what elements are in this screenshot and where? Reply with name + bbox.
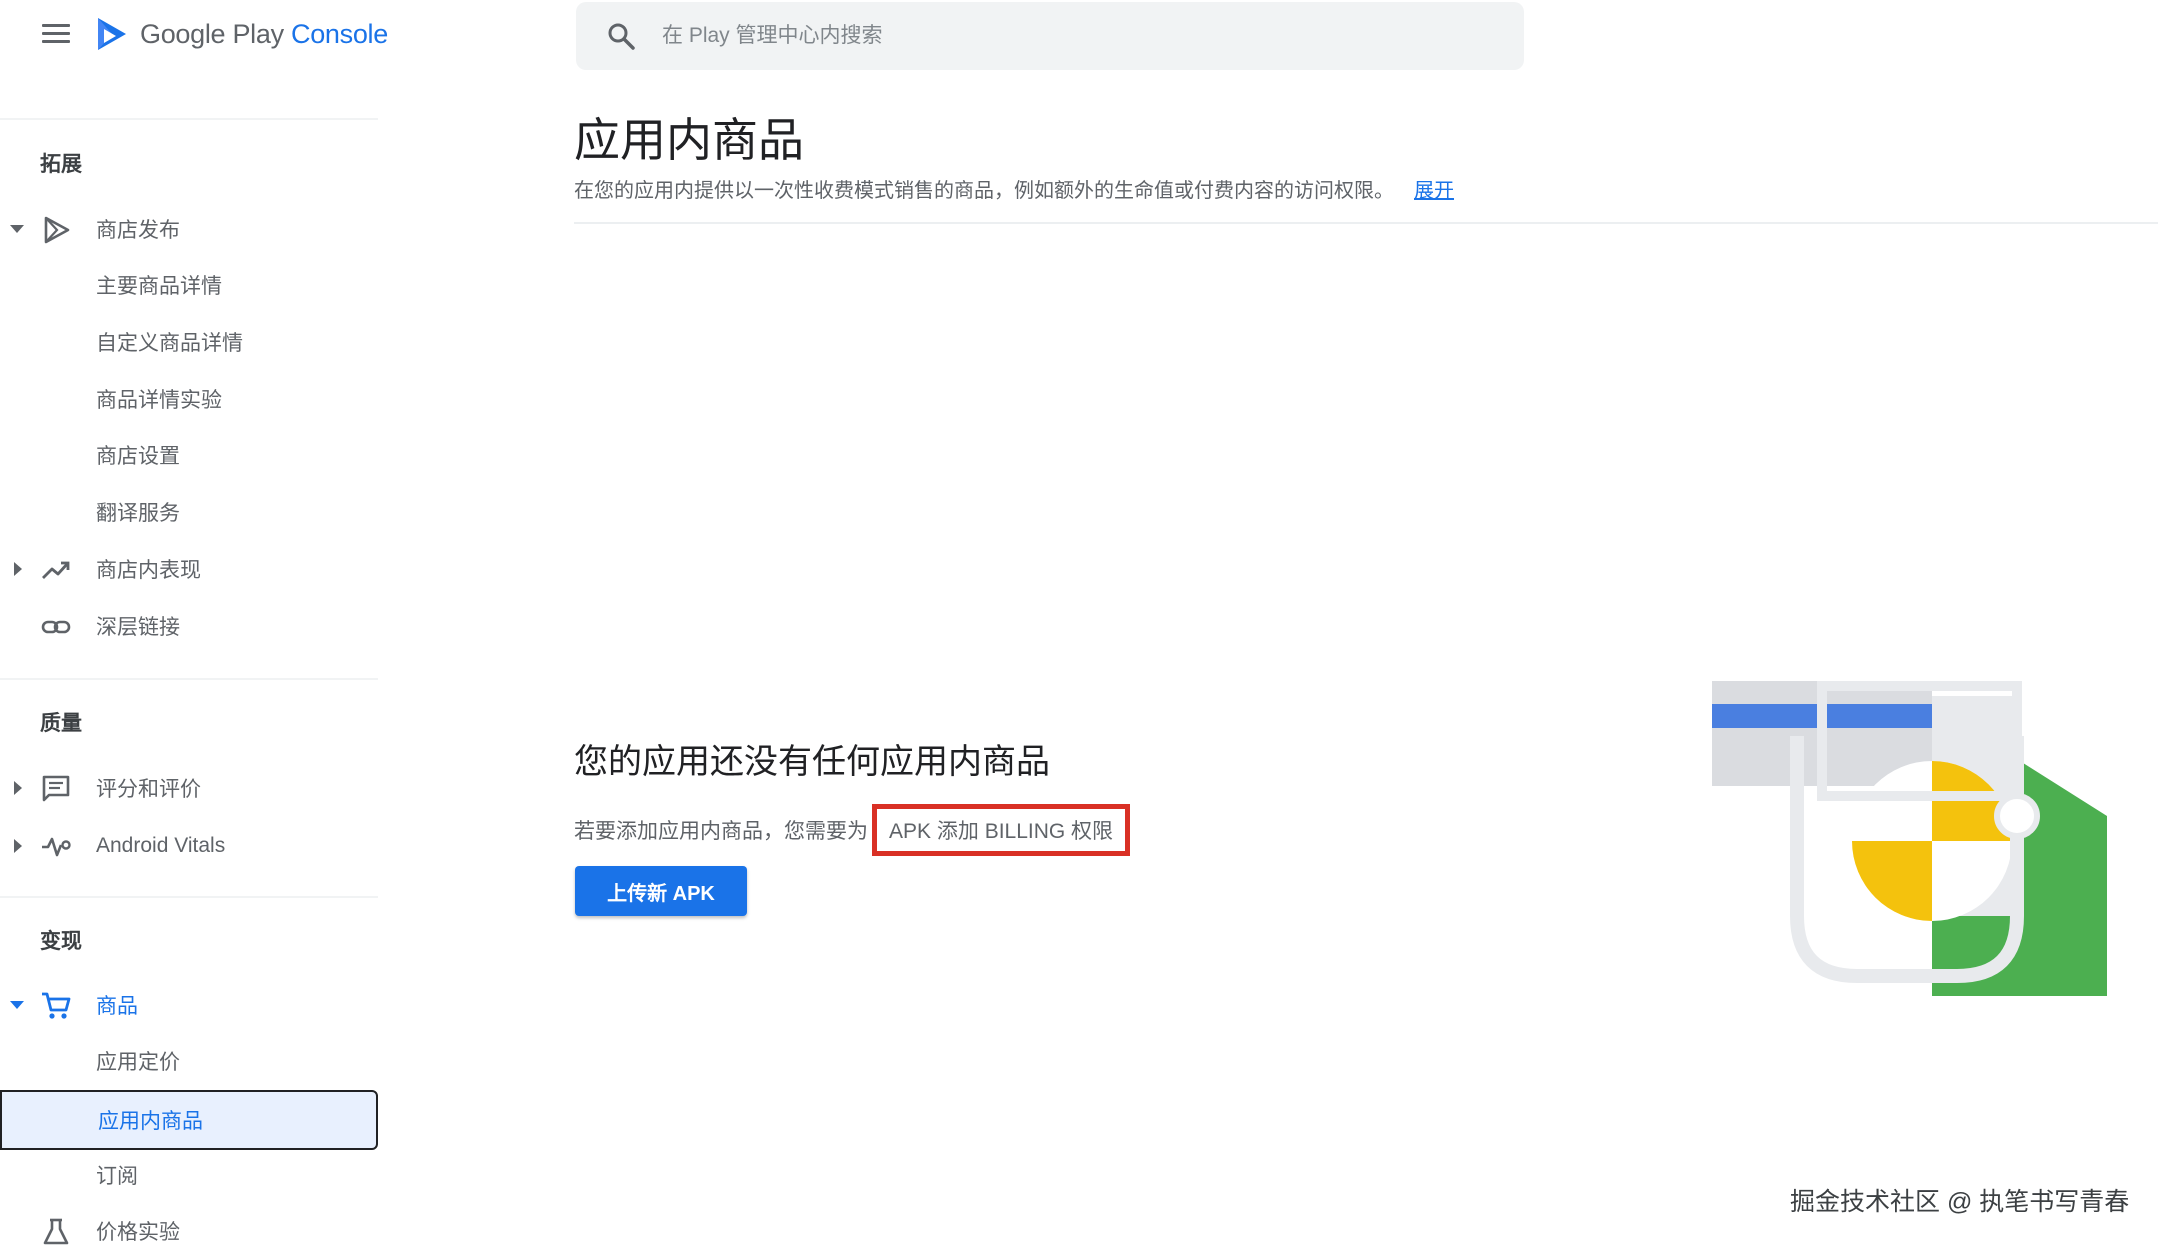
link-icon <box>41 620 71 634</box>
sidebar-item-app-pricing[interactable]: 应用定价 <box>0 1036 378 1086</box>
search-icon[interactable] <box>606 21 636 51</box>
sidebar-item-label: 翻译服务 <box>96 502 180 525</box>
sidebar-item-label: 商店内表现 <box>96 559 201 582</box>
sidebar-item-ratings-reviews[interactable]: 评分和评价 <box>0 763 378 813</box>
sidebar-item-label: 订阅 <box>96 1165 138 1188</box>
empty-state-description: 若要添加应用内商品，您需要为 APK 添加 BILLING 权限 <box>574 804 1131 856</box>
sidebar-item-label: 商品 <box>96 995 138 1018</box>
sidebar-item-label: 深层链接 <box>96 616 180 639</box>
product-tag-illustration <box>1712 681 2107 996</box>
search-input[interactable] <box>660 23 1464 49</box>
sidebar-item-store-performance[interactable]: 商店内表现 <box>0 544 378 594</box>
sidebar-divider <box>0 896 378 898</box>
sidebar: 拓展 商店发布 主要商品详情 自定义商品详情 商品详情实验 商店设置 翻译服务 … <box>0 0 378 1245</box>
page-title: 应用内商品 <box>574 114 804 166</box>
sidebar-item-label: 主要商品详情 <box>96 275 222 298</box>
sidebar-divider <box>0 678 378 680</box>
page-description: 在您的应用内提供以一次性收费模式销售的商品，例如额外的生命值或付费内容的访问权限… <box>574 174 1454 203</box>
sidebar-item-label: 自定义商品详情 <box>96 332 243 355</box>
sidebar-item-deep-links[interactable]: 深层链接 <box>0 601 378 651</box>
sidebar-item-price-experiments[interactable]: 价格实验 <box>0 1206 378 1256</box>
flask-icon <box>43 1218 69 1245</box>
upload-apk-button[interactable]: 上传新 APK <box>575 866 747 916</box>
sidebar-item-store-settings[interactable]: 商店设置 <box>0 430 378 480</box>
section-title-monetize: 变现 <box>40 930 82 953</box>
expand-link[interactable]: 展开 <box>1414 180 1454 202</box>
empty-state-title: 您的应用还没有任何应用内商品 <box>574 743 1050 781</box>
sidebar-divider <box>0 118 378 120</box>
section-title-expand: 拓展 <box>40 153 82 176</box>
sidebar-item-label: 应用定价 <box>96 1051 180 1074</box>
shopping-cart-icon <box>42 992 71 1019</box>
reviews-icon <box>42 775 70 802</box>
sidebar-item-label: 价格实验 <box>96 1221 180 1244</box>
sidebar-item-in-app-products[interactable]: 应用内商品 <box>0 1090 378 1150</box>
sidebar-item-label: 商店设置 <box>96 445 180 468</box>
sidebar-item-label: 商品详情实验 <box>96 389 222 412</box>
search-bar[interactable] <box>576 2 1524 70</box>
play-icon <box>44 216 70 244</box>
empty-state-text: 若要添加应用内商品，您需要为 <box>574 820 868 843</box>
chevron-down-icon[interactable] <box>10 225 24 233</box>
vitals-pulse-icon <box>42 837 71 857</box>
watermark-text: 掘金技术社区 @ 执笔书写青春 <box>1790 1188 2130 1216</box>
main-divider <box>574 222 2158 224</box>
chevron-down-icon[interactable] <box>10 1001 24 1009</box>
sidebar-item-translation[interactable]: 翻译服务 <box>0 487 378 537</box>
sidebar-item-products[interactable]: 商品 <box>0 980 378 1030</box>
sidebar-item-label: 商店发布 <box>96 219 180 242</box>
sidebar-item-listing-experiments[interactable]: 商品详情实验 <box>0 374 378 424</box>
sidebar-item-store-presence[interactable]: 商店发布 <box>0 204 378 254</box>
sidebar-item-subscriptions[interactable]: 订阅 <box>0 1150 378 1200</box>
sidebar-item-main-listing[interactable]: 主要商品详情 <box>0 260 378 310</box>
sidebar-item-label: 应用内商品 <box>98 1110 203 1133</box>
section-title-quality: 质量 <box>40 712 82 735</box>
sidebar-item-android-vitals[interactable]: Android Vitals <box>0 821 378 871</box>
chevron-right-icon[interactable] <box>14 562 22 576</box>
sidebar-item-custom-listing[interactable]: 自定义商品详情 <box>0 317 378 367</box>
billing-permission-highlight: APK 添加 BILLING 权限 <box>872 804 1131 856</box>
chevron-right-icon[interactable] <box>14 839 22 853</box>
trending-up-icon <box>42 561 70 579</box>
chevron-right-icon[interactable] <box>14 781 22 795</box>
page-description-text: 在您的应用内提供以一次性收费模式销售的商品，例如额外的生命值或付费内容的访问权限… <box>574 180 1394 202</box>
sidebar-item-label: Android Vitals <box>96 834 226 857</box>
sidebar-item-label: 评分和评价 <box>96 778 201 801</box>
